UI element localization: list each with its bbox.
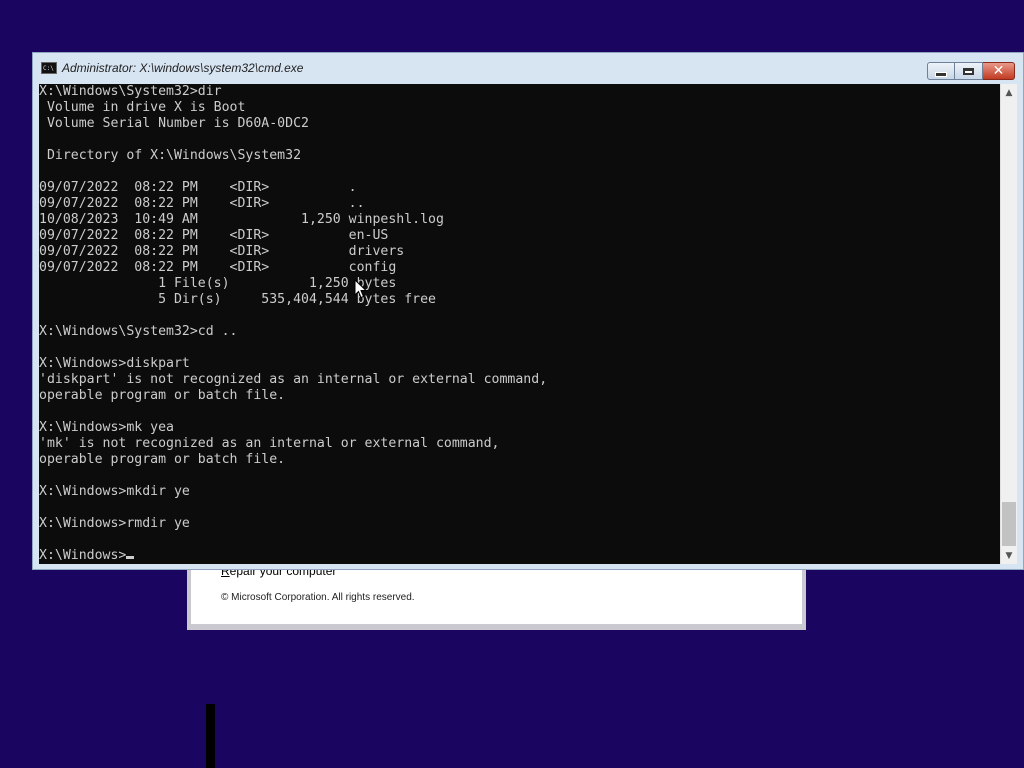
maximize-button[interactable] — [955, 62, 983, 80]
console-line: operable program or batch file. — [39, 388, 286, 403]
console-line: X:\Windows>mk yea — [39, 420, 174, 435]
copyright-text: © Microsoft Corporation. All rights rese… — [221, 592, 415, 603]
scroll-up-icon[interactable]: ▲ — [1001, 84, 1017, 101]
prompt-line[interactable]: X:\Windows> — [39, 548, 1001, 564]
console-line: X:\Windows\System32>dir — [39, 84, 222, 99]
console-line: operable program or batch file. — [39, 452, 286, 467]
console-lines: X:\Windows\System32>dir Volume in drive … — [39, 84, 1001, 548]
title-bar[interactable]: C:\ Administrator: X:\windows\system32\c… — [33, 53, 1023, 83]
cmd-window[interactable]: C:\ Administrator: X:\windows\system32\c… — [32, 52, 1024, 570]
window-title: Administrator: X:\windows\system32\cmd.e… — [62, 61, 304, 75]
cmd-icon[interactable]: C:\ — [41, 62, 57, 74]
console-line: 5 Dir(s) 535,404,544 bytes free — [39, 292, 436, 307]
console-line: X:\Windows>rmdir ye — [39, 516, 190, 531]
console-line: 'diskpart' is not recognized as an inter… — [39, 372, 548, 387]
console-line: Directory of X:\Windows\System32 — [39, 148, 302, 163]
minimize-button[interactable] — [927, 62, 955, 80]
console-line: 09/07/2022 08:22 PM <DIR> drivers — [39, 244, 405, 259]
minimize-icon — [935, 71, 947, 77]
console-line: X:\Windows>diskpart — [39, 356, 190, 371]
prompt-text: X:\Windows> — [39, 548, 127, 563]
console-line: 1 File(s) 1,250 bytes — [39, 276, 397, 291]
console-output[interactable]: X:\Windows\System32>dir Volume in drive … — [39, 84, 1001, 564]
window-controls: ✕ — [927, 62, 1015, 80]
close-icon: ✕ — [992, 63, 1005, 79]
mouse-pointer-icon — [354, 279, 368, 299]
text-cursor — [126, 556, 135, 559]
console-line: Volume in drive X is Boot — [39, 100, 246, 115]
console-line: X:\Windows>mkdir ye — [39, 484, 190, 499]
console-line: 09/07/2022 08:22 PM <DIR> config — [39, 260, 397, 275]
scroll-thumb[interactable] — [1002, 502, 1016, 546]
console-line: 09/07/2022 08:22 PM <DIR> . — [39, 180, 357, 195]
close-button[interactable]: ✕ — [983, 62, 1015, 80]
console-line: 'mk' is not recognized as an internal or… — [39, 436, 500, 451]
console-line: 09/07/2022 08:22 PM <DIR> en-US — [39, 228, 389, 243]
console-line: 09/07/2022 08:22 PM <DIR> .. — [39, 196, 365, 211]
scroll-down-icon[interactable]: ▼ — [1001, 547, 1017, 564]
maximize-icon — [963, 67, 974, 75]
console-line: Volume Serial Number is D60A-0DC2 — [39, 116, 309, 131]
background-bar — [206, 704, 215, 768]
console-line: 10/08/2023 10:49 AM 1,250 winpeshl.log — [39, 212, 444, 227]
vertical-scrollbar[interactable]: ▲ ▼ — [1000, 84, 1017, 564]
console-line: X:\Windows\System32>cd .. — [39, 324, 238, 339]
